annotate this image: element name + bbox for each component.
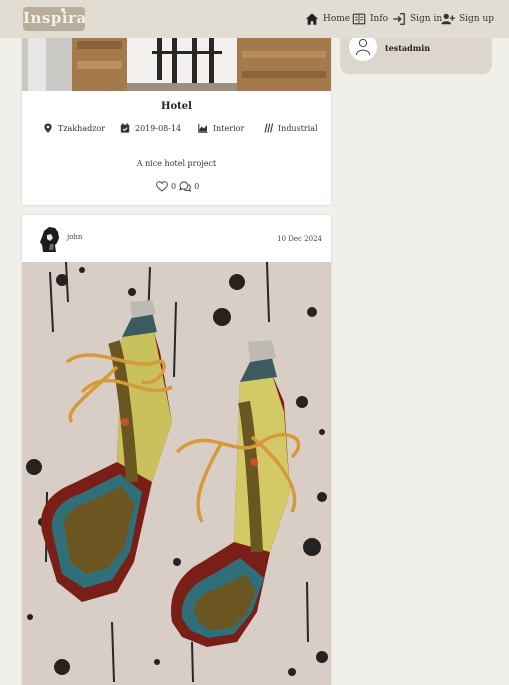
author-avatar[interactable] xyxy=(37,223,63,253)
project-location-text: Tzakhadzor xyxy=(58,123,106,133)
nav-info-link[interactable]: Info xyxy=(352,11,388,27)
sign-in-icon xyxy=(393,13,405,25)
post-date: 10 Dec 2024 xyxy=(277,235,322,243)
nav-sign-in-label: Sign in xyxy=(410,14,443,24)
post-image[interactable] xyxy=(22,262,331,685)
project-description: A nice hotel project xyxy=(136,159,217,168)
project-date-text: 2019-08-14 xyxy=(135,123,182,133)
project-category: Interior xyxy=(198,123,244,133)
top-navbar: Inspira Home Info Sign in Sign up xyxy=(0,0,509,38)
nav-sign-up-link[interactable]: Sign up xyxy=(441,11,494,27)
project-reactions: 0 0 xyxy=(156,181,199,192)
user-icon xyxy=(356,38,370,56)
boots-illustration xyxy=(22,262,331,685)
project-card[interactable]: Hotel Tzakhadzor 2019-08-14 Interior Ind… xyxy=(21,20,332,206)
logo-text: Inspira xyxy=(23,9,87,27)
nav-info-label: Info xyxy=(370,14,389,24)
info-icon xyxy=(352,13,366,25)
nav-home-link[interactable]: Home xyxy=(305,11,350,27)
chart-icon xyxy=(198,123,208,133)
author-name[interactable]: john xyxy=(67,233,82,241)
calendar-icon xyxy=(120,123,130,133)
logo[interactable]: Inspira xyxy=(23,7,87,31)
comment-count: 0 xyxy=(194,182,200,191)
like-count: 0 xyxy=(171,182,177,191)
post-card[interactable]: john 10 Dec 2024 xyxy=(21,214,332,685)
nav-home-label: Home xyxy=(323,14,351,24)
heart-icon[interactable] xyxy=(156,181,168,192)
style-icon xyxy=(264,123,273,133)
sign-up-icon xyxy=(441,13,455,25)
project-location: Tzakhadzor xyxy=(43,123,105,133)
nav-sign-in-link[interactable]: Sign in xyxy=(392,11,442,27)
project-date: 2019-08-14 xyxy=(120,123,181,133)
nav-sign-up-label: Sign up xyxy=(459,14,495,24)
project-title[interactable]: Hotel xyxy=(22,101,331,112)
author-avatar-image xyxy=(37,223,63,253)
location-icon xyxy=(44,123,52,133)
project-style: Industrial xyxy=(263,123,318,133)
sidebar-username: testadmin xyxy=(385,43,431,53)
project-style-text: Industrial xyxy=(278,123,318,133)
project-category-text: Interior xyxy=(213,123,245,133)
logo-dot xyxy=(61,8,65,12)
home-icon xyxy=(305,13,319,25)
comment-icon[interactable] xyxy=(179,181,192,192)
